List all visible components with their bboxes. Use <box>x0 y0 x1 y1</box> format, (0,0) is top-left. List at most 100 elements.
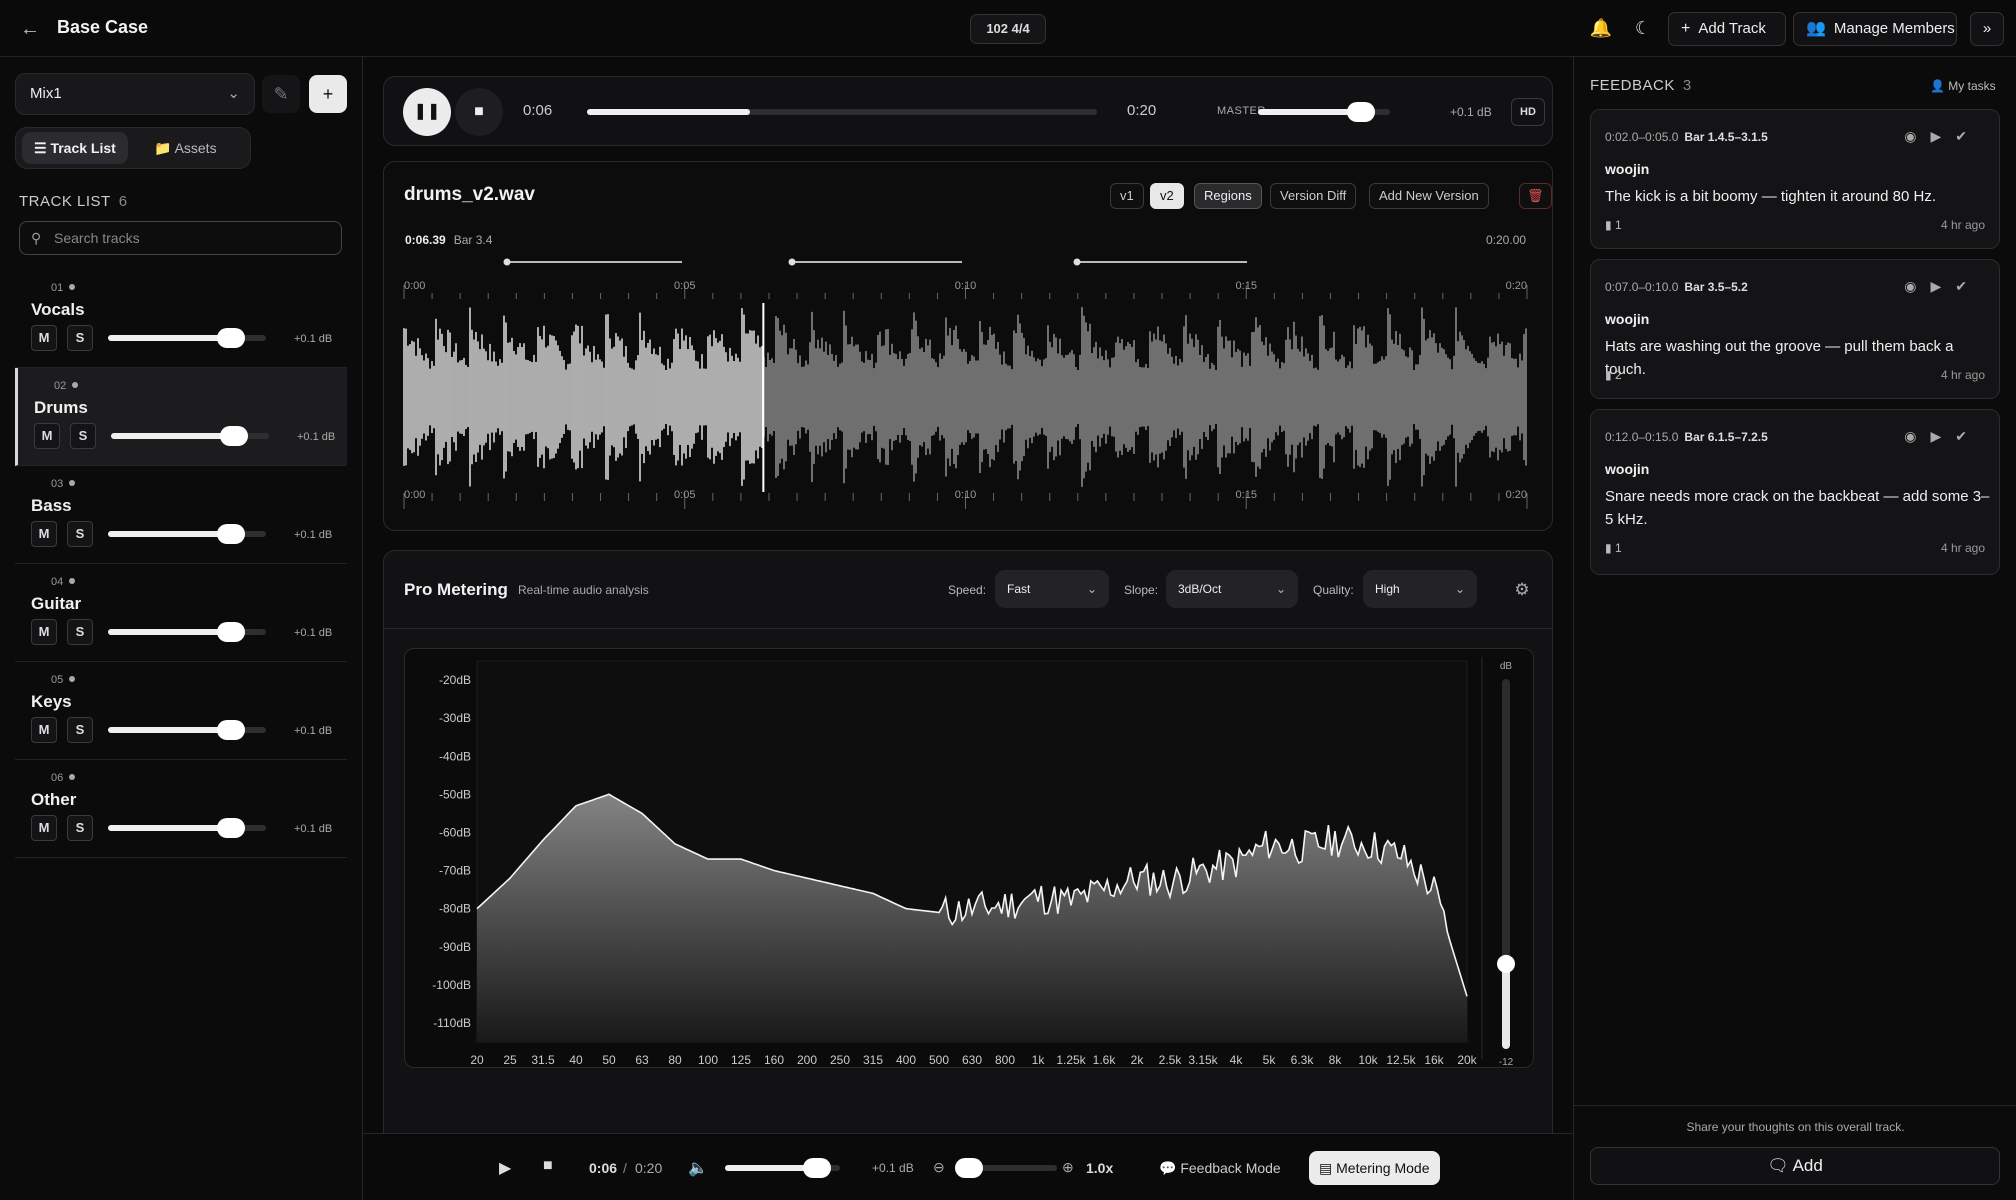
zoom-out-icon[interactable]: ⊖ <box>933 1159 945 1176</box>
zoom-slider[interactable] <box>955 1158 1057 1178</box>
check-circle-icon[interactable]: ✔ <box>1955 128 1981 144</box>
master-knob[interactable] <box>1346 102 1375 122</box>
feedback-card[interactable]: 0:02.0–0:05.0 Bar 1.4.5–3.1.5 ◉▶✔ woojin … <box>1590 109 2000 249</box>
track-volume-fill <box>108 531 232 537</box>
track-row[interactable]: 03 Bass M S +0.1 dB <box>15 466 347 564</box>
search-input[interactable]: ⚲ Search tracks <box>19 221 342 255</box>
add-version-button[interactable]: Add New Version <box>1369 183 1489 209</box>
mute-button[interactable]: M <box>31 521 57 547</box>
track-row[interactable]: 05 Keys M S +0.1 dB <box>15 662 347 760</box>
version-diff-button[interactable]: Version Diff <box>1270 183 1357 209</box>
comment-count[interactable]: ▮ 2 <box>1605 368 1622 382</box>
solo-button[interactable]: S <box>67 717 93 743</box>
pin-icon[interactable]: ◉ <box>1904 128 1930 144</box>
volume-slider[interactable] <box>725 1158 840 1178</box>
master-volume-slider[interactable] <box>1258 102 1390 122</box>
tab-track-list[interactable]: ☰ Track List <box>22 132 128 164</box>
add-mix-button[interactable]: + <box>309 75 347 113</box>
feedback-card[interactable]: 0:12.0–0:15.0 Bar 6.1.5–7.2.5 ◉▶✔ woojin … <box>1590 409 2000 575</box>
y-tick-label: -90dB <box>439 940 471 954</box>
metering-mode-button[interactable]: ▤ Metering Mode <box>1309 1151 1440 1185</box>
track-volume-slider[interactable] <box>111 426 269 446</box>
tempo-display[interactable]: 102 4/4 <box>970 14 1046 44</box>
track-volume-knob[interactable] <box>220 426 249 446</box>
mute-button[interactable]: M <box>31 815 57 841</box>
gear-icon[interactable]: ⚙ <box>1512 580 1532 600</box>
version-v1-button[interactable]: v1 <box>1110 183 1144 209</box>
solo-button[interactable]: S <box>67 619 93 645</box>
track-row[interactable]: 01 Vocals M S +0.1 dB <box>15 270 347 368</box>
track-volume-slider[interactable] <box>108 524 266 544</box>
back-arrow-icon[interactable]: ← <box>20 18 42 40</box>
speed-select[interactable]: Fast ⌄ <box>995 570 1109 608</box>
tab-assets[interactable]: 📁 Assets <box>142 132 229 164</box>
manage-members-button[interactable]: 👥 Manage Members <box>1793 12 1957 46</box>
pin-icon[interactable]: ◉ <box>1904 278 1930 294</box>
track-row[interactable]: 06 Other M S +0.1 dB <box>15 760 347 858</box>
feedback-heading: FEEDBACK 3 <box>1590 77 1692 94</box>
volume-knob[interactable] <box>803 1158 831 1178</box>
track-volume-slider[interactable] <box>108 622 266 642</box>
waveform-display[interactable]: 0:00 0:00 0:05 0:05 0:10 0:10 0:15 0:15 0:20 0:20 <box>402 247 1532 522</box>
track-volume-knob[interactable] <box>217 720 246 740</box>
regions-button[interactable]: Regions <box>1194 183 1262 209</box>
collapse-panel-button[interactable]: » <box>1970 12 2004 46</box>
delete-button[interactable]: 🗑 <box>1519 183 1552 209</box>
moon-icon[interactable]: ☾ <box>1631 16 1655 40</box>
feedback-card[interactable]: 0:07.0–0:10.0 Bar 3.5–5.2 ◉▶✔ woojin Hats… <box>1590 259 2000 399</box>
play-icon[interactable]: ▶ <box>499 1158 511 1178</box>
comment-icon: ▮ <box>1605 368 1612 382</box>
x-tick-label: 800 <box>995 1053 1015 1067</box>
slope-select[interactable]: 3dB/Oct ⌄ <box>1166 570 1298 608</box>
play-icon[interactable]: ▶ <box>1930 278 1955 294</box>
track-volume-knob[interactable] <box>217 622 246 642</box>
mute-button[interactable]: M <box>31 325 57 351</box>
quality-select[interactable]: High ⌄ <box>1363 570 1477 608</box>
add-track-button[interactable]: + Add Track <box>1668 12 1786 46</box>
track-volume-slider[interactable] <box>108 328 266 348</box>
zoom-in-icon[interactable]: ⊕ <box>1062 1159 1074 1176</box>
solo-button[interactable]: S <box>67 521 93 547</box>
plus-icon: + <box>322 84 334 104</box>
track-row[interactable]: 02 Drums M S +0.1 dB <box>15 368 347 466</box>
progress-bar[interactable] <box>587 109 1097 115</box>
hd-toggle[interactable]: HD <box>1511 98 1545 126</box>
comment-count[interactable]: ▮ 1 <box>1605 218 1622 232</box>
mix-select[interactable]: Mix1 ⌄ <box>15 73 255 115</box>
feedback-time: 4 hr ago <box>1940 368 1985 382</box>
feedback-actions: ◉▶✔ <box>1904 428 1981 445</box>
mute-button[interactable]: M <box>34 423 60 449</box>
comment-count[interactable]: ▮ 1 <box>1605 541 1622 555</box>
my-tasks-filter[interactable]: 👤 My tasks <box>1930 79 1996 93</box>
solo-button[interactable]: S <box>70 423 96 449</box>
bell-icon[interactable]: 🔔 <box>1589 16 1613 40</box>
track-volume-slider[interactable] <box>108 818 266 838</box>
feedback-mode-button[interactable]: 💬 Feedback Mode <box>1149 1151 1291 1185</box>
mute-button[interactable]: M <box>31 717 57 743</box>
pause-button[interactable]: ❚❚ <box>403 88 451 136</box>
speed-label: Speed: <box>948 583 987 597</box>
solo-button[interactable]: S <box>67 325 93 351</box>
mute-button[interactable]: M <box>31 619 57 645</box>
stop-icon[interactable]: ■ <box>543 1157 553 1175</box>
play-icon[interactable]: ▶ <box>1930 428 1955 444</box>
version-v2-button[interactable]: v2 <box>1150 183 1184 209</box>
edit-mix-button[interactable]: ✎ <box>262 75 300 113</box>
check-circle-icon[interactable]: ✔ <box>1955 428 1981 444</box>
track-db: +0.1 dB <box>294 627 333 639</box>
y-tick-label: -70dB <box>439 864 471 878</box>
track-volume-slider[interactable] <box>108 720 266 740</box>
stop-button[interactable]: ■ <box>455 88 503 136</box>
check-circle-icon[interactable]: ✔ <box>1955 278 1981 294</box>
play-icon[interactable]: ▶ <box>1930 128 1955 144</box>
solo-button[interactable]: S <box>67 815 93 841</box>
track-volume-knob[interactable] <box>217 328 246 348</box>
track-volume-knob[interactable] <box>217 818 246 838</box>
track-row[interactable]: 04 Guitar M S +0.1 dB <box>15 564 347 662</box>
zoom-knob[interactable] <box>955 1158 983 1178</box>
waveform-card: drums_v2.wav v1 v2 Regions Version Diff … <box>383 161 1553 531</box>
volume-icon[interactable]: 🔈 <box>688 1158 708 1178</box>
add-feedback-button[interactable]: 🗨 Add <box>1590 1147 2000 1185</box>
pin-icon[interactable]: ◉ <box>1904 428 1930 444</box>
track-volume-knob[interactable] <box>217 524 246 544</box>
